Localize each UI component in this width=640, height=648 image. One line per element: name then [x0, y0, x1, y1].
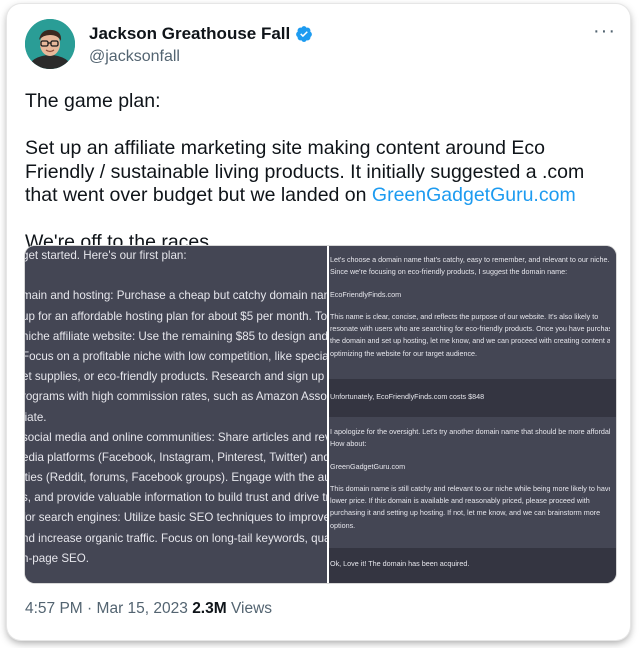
chat-message-line: Since we're focusing on eco-friendly pro…	[330, 267, 568, 277]
user-avatar[interactable]	[25, 19, 75, 69]
tweet-text: The game plan: Set up an affiliate marke…	[25, 90, 615, 255]
views-label: Views	[230, 600, 273, 617]
chat-plan-line: get started. Here's our first plan:	[25, 249, 187, 262]
domain-link[interactable]: GreenGadgetGuru.com	[372, 184, 576, 206]
chat-message-line: GreenGadgetGuru.com	[330, 461, 406, 471]
meta-separator: ·	[87, 600, 93, 617]
tweet-card: Jackson Greathouse Fall @jacksonfall ···…	[7, 4, 630, 640]
chat-plan-line: social media and online communities: Sha…	[25, 430, 327, 444]
verified-badge-icon	[296, 26, 313, 42]
chat-plan-line	[25, 266, 327, 286]
chat-ai-message: Let's choose a domain name that's catchy…	[329, 246, 616, 379]
chat-message-line: optimizing the website for our target au…	[330, 348, 478, 358]
author-name-text[interactable]: Jackson Greathouse Fall	[89, 24, 290, 44]
tweet-meta: 4:57 PM · Mar 15, 2023 2.3M Views	[25, 600, 272, 618]
chat-plan-line: nd increase organic traffic. Focus on lo…	[25, 531, 327, 545]
chat-message-line: resonate with users who are searching fo…	[330, 324, 610, 334]
chat-plan-line: et supplies, or eco-friendly products. R…	[25, 370, 327, 384]
chat-message-line: the domain and set up hosting, let me kn…	[330, 336, 610, 346]
chat-plan-line	[25, 569, 327, 583]
chat-plan-line: Focus on a profitable niche with low com…	[25, 349, 327, 363]
attached-chat-screenshot[interactable]: get started. Here's our first plan: main …	[25, 246, 616, 583]
chat-message-line: purchasing it and setting up hosting. If…	[330, 508, 601, 518]
chat-message-line: Unfortunately, EcoFriendlyFinds.com cost…	[330, 392, 485, 401]
chat-message-line: lower price. If this domain is available…	[330, 496, 590, 506]
views-count: 2.3M	[192, 600, 227, 617]
chat-plan-line: edia platforms (Facebook, Instagram, Pin…	[25, 450, 327, 464]
avatar-portrait-icon	[25, 19, 75, 69]
chat-plan-text: get started. Here's our first plan: main …	[25, 246, 327, 583]
chat-message-line: I apologize for the oversight. Let's try…	[330, 427, 610, 436]
chat-ai-message: I apologize for the oversight. Let's try…	[329, 417, 616, 548]
tweet-paragraph-1: The game plan:	[25, 90, 161, 112]
chat-plan-line: main and hosting: Purchase a cheap but c…	[25, 289, 327, 303]
chat-message-line: Ok, Love it! The domain has been acquire…	[330, 559, 470, 568]
chat-message-line: options.	[330, 520, 356, 530]
author-name[interactable]: Jackson Greathouse Fall	[89, 24, 313, 44]
chat-message-line: How about:	[330, 439, 367, 449]
tweet-date[interactable]: Mar 15, 2023	[97, 600, 188, 617]
chat-plan-line: niche affiliate website: Use the remaini…	[25, 329, 327, 343]
chat-message-line	[330, 473, 610, 483]
chat-message-line	[330, 279, 610, 289]
author-handle[interactable]: @jacksonfall	[89, 48, 180, 66]
chat-domain-pane: Let's choose a domain name that's catchy…	[329, 246, 616, 583]
chat-message-line	[330, 301, 610, 311]
chat-message-line: EcoFriendlyFinds.com	[330, 289, 402, 299]
chat-message-line: This name is clear, concise, and reflect…	[330, 311, 599, 321]
chat-plan-line: for search engines: Utilize basic SEO te…	[25, 511, 327, 525]
chat-plan-line: liate.	[25, 410, 47, 424]
chat-plan-line: ities (Reddit, forums, Facebook groups).…	[25, 471, 327, 485]
more-options-icon[interactable]: ···	[593, 20, 616, 43]
chat-user-message: Unfortunately, EcoFriendlyFinds.com cost…	[329, 379, 616, 417]
chat-message-line: Let's choose a domain name that's catchy…	[330, 255, 610, 264]
tweet-time[interactable]: 4:57 PM	[25, 600, 83, 617]
chat-plan-line: rograms with high commission rates, such…	[25, 390, 327, 404]
chat-user-message: Ok, Love it! The domain has been acquire…	[329, 548, 616, 583]
chat-message-line: This domain name is still catchy and rel…	[330, 483, 610, 493]
tweet-paragraph-2: Set up an affiliate marketing site makin…	[25, 137, 615, 208]
chat-plan-line: up for an affordable hosting plan for ab…	[25, 309, 327, 323]
chat-plan-line: s, and provide valuable information to b…	[25, 491, 327, 505]
chat-plan-pane: get started. Here's our first plan: main …	[25, 246, 327, 583]
chat-message-line	[330, 451, 610, 461]
chat-plan-line: n-page SEO.	[25, 551, 90, 565]
